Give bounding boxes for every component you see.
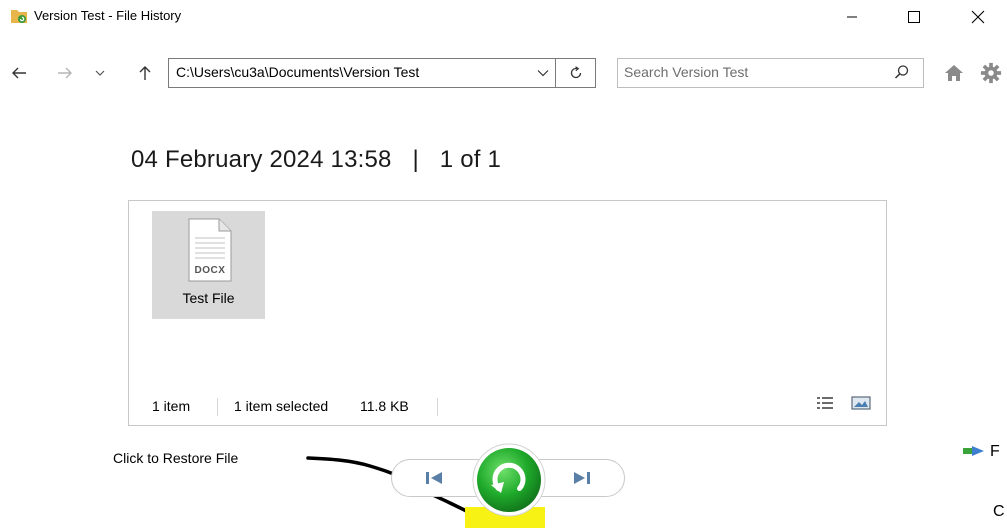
up-button[interactable] — [134, 58, 156, 88]
restore-annotation-label: Click to Restore File — [113, 450, 239, 466]
version-date-header: 04 February 2024 13:58 | 1 of 1 — [131, 146, 501, 174]
minimize-icon — [847, 16, 857, 18]
status-divider — [437, 398, 438, 416]
folder-history-icon — [11, 10, 27, 23]
chevron-down-icon — [537, 70, 549, 77]
file-name: Test File — [182, 290, 235, 306]
window-title: Version Test - File History — [34, 8, 182, 23]
side-panel-partial-label-2: C — [993, 503, 1005, 520]
large-icons-view-icon[interactable] — [851, 395, 871, 411]
refresh-icon — [570, 66, 581, 79]
file-type-badge: DOCX — [194, 265, 226, 276]
gear-icon[interactable] — [979, 62, 1003, 84]
item-count: 1 item — [152, 398, 191, 414]
maximize-button[interactable] — [891, 0, 937, 34]
chevron-down-icon — [95, 70, 105, 76]
version-date: 04 February 2024 13:58 — [131, 146, 392, 173]
address-path: C:\Users\cu3a\Documents\Version Test — [176, 64, 420, 80]
close-icon — [971, 10, 985, 24]
refresh-button[interactable] — [556, 58, 596, 88]
close-button[interactable] — [955, 0, 1001, 34]
home-icon[interactable] — [944, 64, 964, 82]
search-icon[interactable] — [894, 64, 910, 80]
header-separator: | — [412, 146, 419, 173]
address-dropdown-button[interactable] — [530, 58, 556, 88]
forward-arrow-icon — [58, 67, 72, 79]
previous-version-button[interactable] — [404, 462, 464, 494]
side-panel-partial-label: F — [990, 443, 1000, 460]
maximize-icon — [908, 11, 920, 23]
search-input[interactable] — [624, 64, 884, 80]
recent-locations-button[interactable] — [90, 58, 110, 88]
next-version-button[interactable] — [552, 462, 612, 494]
details-view-icon[interactable] — [816, 395, 834, 411]
restore-button[interactable] — [471, 442, 547, 518]
back-arrow-icon — [12, 67, 26, 79]
up-arrow-icon — [139, 66, 151, 80]
selection-status: 1 item selected — [234, 398, 329, 414]
forward-button[interactable] — [52, 58, 78, 88]
previous-version-icon — [426, 472, 442, 484]
status-divider — [217, 398, 218, 416]
back-button[interactable] — [6, 58, 32, 88]
next-version-icon — [574, 472, 590, 484]
minimize-button[interactable] — [829, 0, 875, 34]
selection-size: 11.8 KB — [360, 398, 409, 414]
restore-to-icon — [963, 446, 984, 456]
version-position: 1 of 1 — [439, 146, 502, 173]
